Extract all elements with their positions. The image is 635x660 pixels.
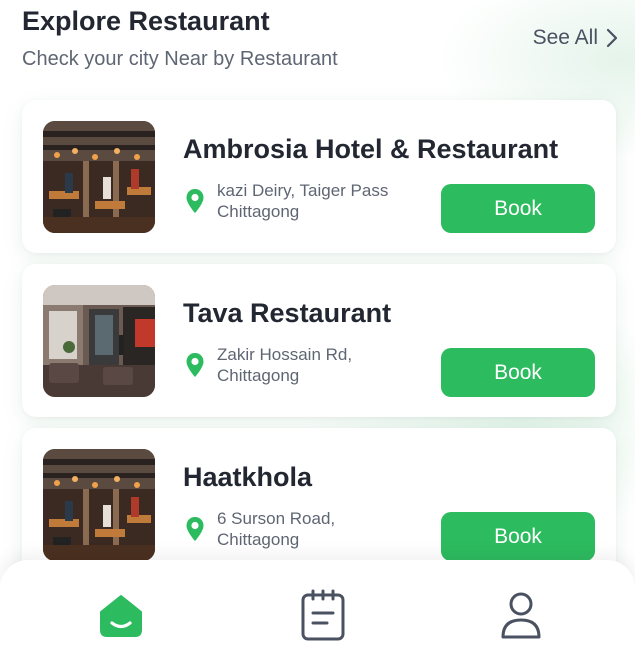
see-all-link[interactable]: See All (533, 26, 618, 50)
address-line-1: Zakir Hossain Rd, (217, 345, 353, 364)
location-pin-icon (186, 517, 204, 541)
address-line-2: Chittagong (217, 202, 300, 221)
orders-icon (301, 589, 345, 641)
tab-profile[interactable] (496, 590, 546, 640)
tab-home[interactable] (96, 590, 146, 640)
restaurant-card[interactable]: Haatkhola 6 Surson Road, Chittagong Book (22, 428, 616, 581)
address-line-2: Chittagong (217, 530, 300, 549)
restaurant-address: 6 Surson Road, Chittagong (217, 508, 437, 550)
book-button[interactable]: Book (441, 348, 595, 397)
restaurant-name: Haatkhola (183, 462, 313, 492)
restaurant-name: Tava Restaurant (183, 298, 392, 328)
page-subtitle: Check your city Near by Restaurant (22, 48, 338, 70)
chevron-right-icon (606, 28, 618, 48)
restaurant-card[interactable]: Ambrosia Hotel & Restaurant kazi Deiry, … (22, 100, 616, 253)
home-icon (100, 595, 142, 637)
see-all-label: See All (532, 26, 598, 49)
section-header: Explore Restaurant Check your city Near … (22, 4, 622, 84)
restaurant-list: Ambrosia Hotel & Restaurant kazi Deiry, … (22, 100, 616, 592)
location-pin-icon (186, 353, 204, 377)
restaurant-card[interactable]: Tava Restaurant Zakir Hossain Rd, Chitta… (22, 264, 616, 417)
book-button[interactable]: Book (441, 184, 595, 233)
restaurant-address: Zakir Hossain Rd, Chittagong (217, 344, 437, 386)
restaurant-photo (43, 121, 155, 233)
restaurant-photo (43, 285, 155, 397)
book-button[interactable]: Book (441, 512, 595, 561)
address-line-2: Chittagong (217, 366, 300, 385)
restaurant-name: Ambrosia Hotel & Restaurant (183, 134, 559, 164)
restaurant-photo (43, 449, 155, 561)
profile-icon (501, 592, 541, 639)
restaurant-address: kazi Deiry, Taiger Pass Chittagong (217, 180, 437, 222)
tab-orders[interactable] (298, 589, 348, 641)
address-line-1: kazi Deiry, Taiger Pass (217, 181, 389, 200)
address-line-1: 6 Surson Road, (217, 509, 336, 528)
bottom-tab-bar (0, 560, 635, 660)
location-pin-icon (186, 189, 204, 213)
page-title: Explore Restaurant (22, 6, 270, 36)
